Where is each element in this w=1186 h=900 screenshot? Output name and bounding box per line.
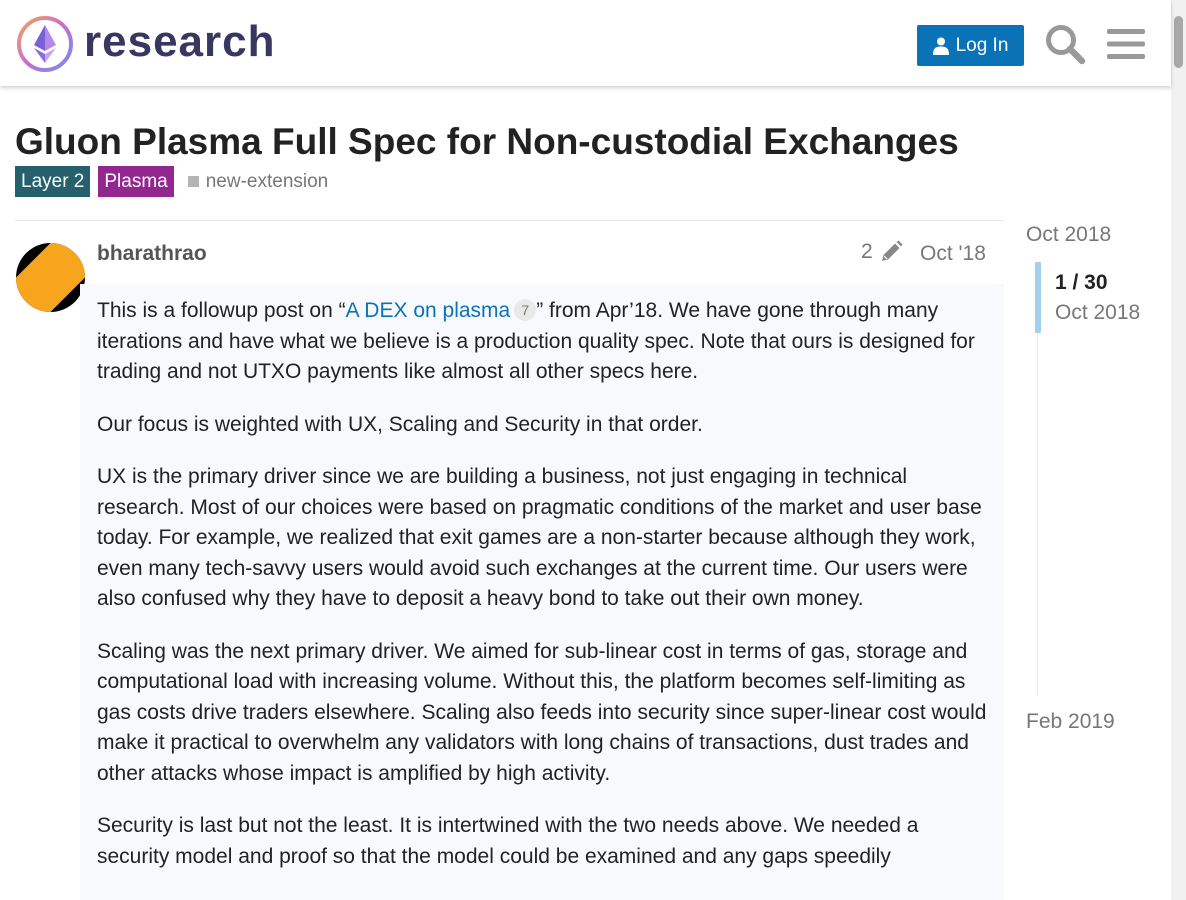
search-icon[interactable] — [1044, 23, 1086, 65]
menu-icon[interactable] — [1107, 28, 1145, 60]
post-paragraph: Scaling was the next primary driver. We … — [97, 639, 987, 785]
timeline-end-date[interactable]: Feb 2019 — [1026, 709, 1115, 735]
topic-tags: Layer 2 Plasma new-extension — [15, 166, 328, 197]
avatar[interactable] — [16, 243, 85, 312]
site-header: research Log In — [0, 0, 1171, 86]
page-scrollbar[interactable] — [1171, 0, 1186, 900]
post-username[interactable]: bharathrao — [97, 241, 207, 267]
scrollbar-thumb[interactable] — [1174, 16, 1183, 68]
post-content: This is a followup post on “A DEX on pla… — [97, 296, 987, 894]
post-date[interactable]: Oct '18 — [920, 241, 986, 267]
title-divider — [15, 220, 1004, 221]
text-span: This is a followup post on “ — [97, 299, 346, 322]
timeline-handle[interactable] — [1035, 262, 1041, 333]
pencil-icon — [881, 240, 903, 261]
timeline-position: 1 / 30 — [1055, 271, 1108, 294]
post-paragraph: This is a followup post on “A DEX on pla… — [97, 296, 987, 388]
edit-count: 2 — [861, 240, 873, 263]
post-paragraph: Security is last but not the least. It i… — [97, 814, 919, 868]
link-click-count: 7 — [514, 299, 537, 321]
category-badge-layer-2[interactable]: Layer 2 — [15, 166, 91, 197]
tag-square-icon — [187, 176, 199, 187]
timeline-start-date[interactable]: Oct 2018 — [1026, 222, 1111, 248]
site-brand[interactable]: research — [84, 14, 275, 70]
ethereum-logo[interactable] — [16, 15, 74, 73]
user-icon — [932, 37, 949, 55]
timeline-current-date: Oct 2018 — [1055, 301, 1141, 324]
post-edit-history[interactable]: 2 — [861, 240, 903, 264]
dex-on-plasma-link[interactable]: A DEX on plasma — [346, 299, 511, 322]
login-button[interactable]: Log In — [917, 25, 1024, 66]
tag-new-extension[interactable]: new-extension — [187, 170, 329, 193]
topic-title[interactable]: Gluon Plasma Full Spec for Non-custodial… — [15, 120, 959, 164]
tag-label: new-extension — [205, 170, 329, 192]
category-badge-plasma[interactable]: Plasma — [98, 166, 174, 197]
post-paragraph: Our focus is weighted with UX, Scaling a… — [97, 412, 703, 436]
post-paragraph: UX is the primary driver since we are bu… — [97, 465, 982, 610]
login-label: Log In — [955, 34, 1009, 56]
